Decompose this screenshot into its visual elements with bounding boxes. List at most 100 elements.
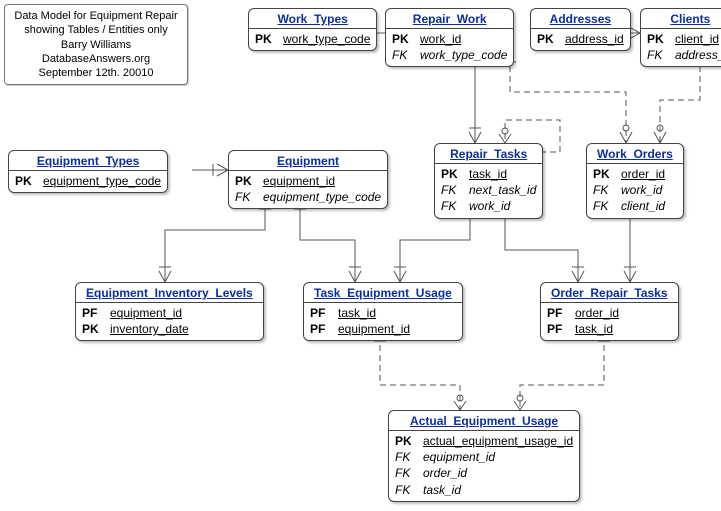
attribute-name: task_id [469,166,507,182]
entity-title: Order_Repair_Tasks [541,283,678,303]
attribute-name: task_id [575,321,613,337]
entity-title: Repair_Tasks [435,144,542,164]
key-indicator: PF [82,305,104,321]
entity-title: Task_Equipment_Usage [304,283,462,303]
attribute-row: PF equipment_id [310,321,456,337]
attribute-name: equipment_id [338,321,410,337]
entity-work-orders: Work_Orders PK order_id FK work_id FK client_… [586,143,684,219]
key-indicator: FK [593,182,615,198]
entity-addresses: Addresses PK address_id [530,8,631,51]
key-indicator: PK [392,31,414,47]
key-indicator: PK [15,173,37,189]
attribute-name: work_id [420,31,461,47]
attribute-row: FK address_id [647,47,721,63]
attribute-name: work_type_code [283,31,370,47]
key-indicator: PK [255,31,277,47]
entity-title: Clients [641,9,721,29]
attribute-name: work_type_code [420,47,507,63]
entity-work-types: Work_Types PK work_type_code [248,8,377,51]
attribute-row: PK task_id [441,166,536,182]
info-line-3: Barry Williams [11,38,181,52]
key-indicator: FK [593,198,615,214]
info-line-4: DatabaseAnswers.org [11,52,181,66]
key-indicator: PF [547,321,569,337]
attribute-row: PK work_id [392,31,507,47]
attribute-name: order_id [423,465,467,481]
entity-title: Addresses [531,9,630,29]
attribute-name: client_id [621,198,665,214]
entity-title: Work_Orders [587,144,683,164]
key-indicator: FK [235,189,257,205]
key-indicator: PF [310,321,332,337]
key-indicator: FK [441,198,463,214]
info-line-2: showing Tables / Entities only [11,23,181,37]
attribute-row: FK equipment_type_code [235,189,381,205]
attribute-row: FK work_id [441,198,536,214]
key-indicator: PK [395,433,417,449]
key-indicator: FK [392,47,414,63]
key-indicator: PK [537,31,559,47]
entity-title: Repair_Work [386,9,513,29]
key-indicator: PK [82,321,104,337]
attribute-name: task_id [423,482,461,498]
attribute-row: FKnext_task_id [441,182,536,198]
attribute-name: equipment_id [423,449,495,465]
attribute-name: equipment_id [110,305,182,321]
entity-repair-tasks: Repair_Tasks PK task_idFKnext_task_idFK wo… [434,143,543,219]
key-indicator: PK [441,166,463,182]
attribute-row: FK work_type_code [392,47,507,63]
entity-actual-equipment-usage: Actual_Equipment_Usage PK actual_equipmen… [388,410,580,502]
attribute-name: address_id [675,47,721,63]
attribute-row: PK actual_equipment_usage_id [395,433,573,449]
diagram-info-box: Data Model for Equipment Repair showing … [4,4,188,85]
attribute-name: order_id [575,305,619,321]
key-indicator: FK [395,449,417,465]
attribute-name: equipment_id [263,173,335,189]
attribute-name: address_id [565,31,624,47]
attribute-name: task_id [338,305,376,321]
entity-equipment-types: Equipment_Types PK equipment_type_code [8,150,168,193]
key-indicator: FK [395,465,417,481]
attribute-row: FK equipment_id [395,449,573,465]
key-indicator: PK [593,166,615,182]
attribute-row: PK equipment_id [235,173,381,189]
attribute-row: PK order_id [593,166,677,182]
entity-title: Actual_Equipment_Usage [389,411,579,431]
entity-title: Equipment_Inventory_Levels [76,283,263,303]
key-indicator: FK [647,47,669,63]
attribute-name: client_id [675,31,719,47]
attribute-name: actual_equipment_usage_id [423,433,573,449]
attribute-row: PF order_id [547,305,672,321]
key-indicator: PK [235,173,257,189]
info-line-5: September 12th. 20010 [11,66,181,80]
key-indicator: PF [547,305,569,321]
entity-repair-work: Repair_Work PK work_id FK work_type_code [385,8,514,67]
entity-title: Equipment_Types [9,151,167,171]
entity-task-equipment-usage: Task_Equipment_Usage PF task_id PF equipmen… [303,282,463,341]
attribute-row: PF equipment_id [82,305,257,321]
attribute-name: equipment_type_code [263,189,381,205]
attribute-row: PK work_type_code [255,31,370,47]
key-indicator: FK [395,482,417,498]
attribute-row: PK address_id [537,31,624,47]
attribute-row: FK client_id [593,198,677,214]
key-indicator: PF [310,305,332,321]
attribute-name: work_id [469,198,510,214]
attribute-row: FK order_id [395,465,573,481]
attribute-row: PF task_id [310,305,456,321]
attribute-name: order_id [621,166,665,182]
attribute-row: FK work_id [593,182,677,198]
entity-clients: Clients PK client_id FK address_id [640,8,721,67]
key-indicator: PK [647,31,669,47]
attribute-row: PK client_id [647,31,721,47]
attribute-name: next_task_id [469,182,536,198]
info-line-1: Data Model for Equipment Repair [11,9,181,23]
entity-title: Equipment [229,151,387,171]
entity-equipment-inventory-levels: Equipment_Inventory_Levels PF equipment_i… [75,282,264,341]
attribute-name: work_id [621,182,662,198]
attribute-name: equipment_type_code [43,173,161,189]
attribute-row: PK equipment_type_code [15,173,161,189]
entity-title: Work_Types [249,9,376,29]
attribute-name: inventory_date [110,321,189,337]
entity-equipment: Equipment PK equipment_id FK equipment_type… [228,150,388,209]
